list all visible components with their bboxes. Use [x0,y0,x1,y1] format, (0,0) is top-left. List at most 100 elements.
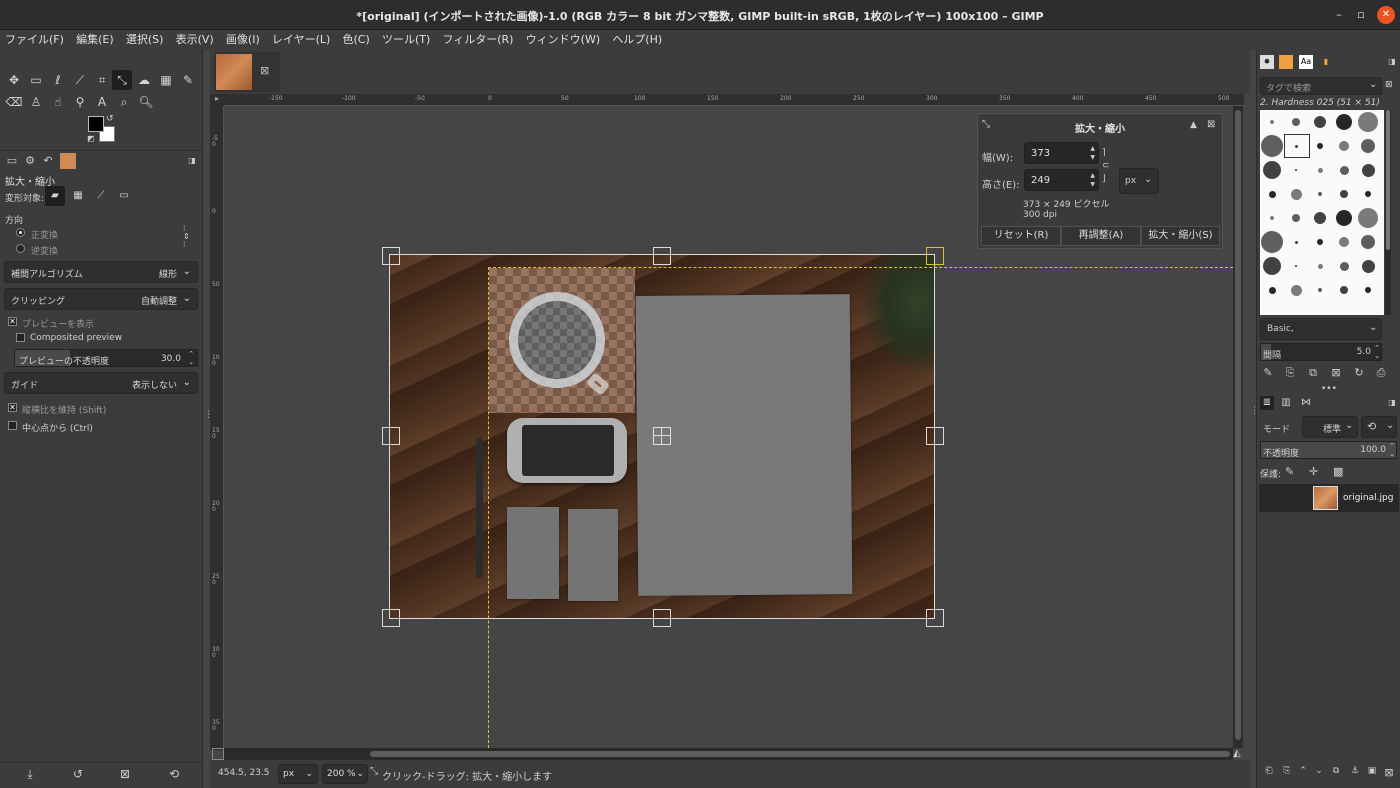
brush-swatch[interactable] [1317,167,1323,173]
restore-preset-icon[interactable]: ↺ [70,767,86,783]
layer-mask-icon[interactable]: ▣ [1364,766,1380,782]
foreground-color-swatch[interactable] [88,116,104,132]
keep-aspect-checkbox[interactable]: ✕ [8,403,17,412]
brush-swatch[interactable] [1314,212,1326,224]
warp-tool-icon[interactable]: ☁ [134,70,154,90]
transform-path-icon[interactable]: ⟋ [91,186,111,206]
height-input[interactable]: 249 ▲ ▼ [1024,169,1099,191]
scale-tool-icon[interactable]: ⤡ [112,70,132,90]
brush-swatch[interactable] [1336,210,1352,226]
maximize-button[interactable]: ▫ [1352,6,1370,24]
delete-preset-icon[interactable]: ⊠ [117,767,133,783]
brush-swatch[interactable] [1361,163,1375,177]
channels-tab-icon[interactable]: ▥ [1279,396,1293,410]
menu-file[interactable]: ファイル(F) [0,30,68,50]
fuzzy-select-tool-icon[interactable]: ⟋ [70,70,90,90]
zoom-tool-icon[interactable]: 🔍︎ [136,92,156,112]
new-layer-group-icon[interactable]: ⎗ [1261,766,1277,782]
brush-swatch[interactable] [1295,169,1297,171]
tool-options-tab-icon[interactable]: ▭ [4,153,20,169]
brush-swatch[interactable] [1317,239,1323,245]
brush-swatch[interactable] [1292,118,1300,126]
raise-layer-icon[interactable]: ⌃ [1295,766,1311,782]
scale-center-handle[interactable] [653,427,671,445]
from-center-checkbox[interactable] [8,421,17,430]
close-tab-icon[interactable]: ⊠ [260,64,269,77]
brush-swatch[interactable] [1261,231,1283,253]
brush-swatch[interactable] [1339,141,1349,151]
menu-tools[interactable]: ツール(T) [377,30,434,50]
brush-swatch[interactable] [1261,135,1283,157]
transform-selection-icon[interactable]: ▦ [68,186,88,206]
brush-swatch[interactable] [1365,191,1371,197]
brush-swatch[interactable] [1318,192,1322,196]
menu-select[interactable]: 選択(S) [121,30,168,50]
brush-tag-filter[interactable]: タグで検索 ⌄ [1260,77,1382,95]
brush-swatch[interactable] [1295,265,1297,267]
brushes-tab-icon[interactable]: ✸ [1260,55,1274,69]
color-picker-tool-icon[interactable]: ⌕ [114,92,134,112]
duplicate-brush-icon[interactable]: ⧉ [1305,366,1321,382]
brush-swatch[interactable] [1292,214,1300,222]
quick-mask-toggle-icon[interactable] [212,748,224,760]
brush-grid[interactable] [1260,110,1384,315]
composite-mode-combo[interactable]: ⟲ ⌄ [1361,416,1397,438]
delete-brush-icon[interactable]: ⊠ [1328,366,1344,382]
horizontal-scrollbar[interactable] [224,748,1233,760]
brush-swatch[interactable] [1270,216,1274,220]
menu-layer[interactable]: レイヤー(L) [267,30,334,50]
spin-arrows-icon[interactable]: ⌃ ⌄ [1374,344,1380,360]
device-status-tab-icon[interactable]: ⚙ [22,153,38,169]
brush-swatch[interactable] [1361,259,1375,273]
reset-button[interactable]: リセット(R) [981,226,1061,246]
image-tab[interactable]: ⊠ [214,52,280,92]
paths-tab-icon[interactable]: ⋈ [1299,396,1313,410]
brush-scroll-thumb[interactable] [1386,110,1390,250]
default-colors-icon[interactable]: ◩ [87,134,95,143]
text-tool-icon[interactable]: A [92,92,112,112]
dock-separator-icon[interactable]: ••• [1321,384,1337,394]
dock-menu-icon[interactable]: ◨ [1385,55,1399,69]
scale-handle-top-left[interactable] [382,247,400,265]
brush-swatch[interactable] [1317,143,1323,149]
horizontal-scroll-thumb[interactable] [370,751,1230,757]
layer-mode-combo[interactable]: 標準 ⌄ [1302,416,1358,438]
menu-windows[interactable]: ウィンドウ(W) [521,30,604,50]
eraser-tool-icon[interactable]: ⌫ [4,92,24,112]
undo-history-tab-icon[interactable]: ↶ [40,153,56,169]
brush-swatch[interactable] [1340,286,1348,294]
brush-swatch[interactable] [1294,144,1298,148]
preview-opacity-slider[interactable]: プレビューの不透明度 30.0 ⌃ ⌄ [14,349,198,367]
transform-image-icon[interactable]: ▭ [114,186,134,206]
refresh-brushes-icon[interactable]: ↻ [1351,366,1367,382]
layer-row[interactable]: original.jpg [1259,484,1399,512]
spin-arrows-icon[interactable]: ▲ ▼ [1090,144,1095,162]
direction-normal-radio[interactable] [16,228,25,237]
scale-handle-bottom-right[interactable] [926,609,944,627]
lower-layer-icon[interactable]: ⌄ [1311,766,1327,782]
swap-colors-icon[interactable]: ↺ [106,114,114,124]
clone-tool-icon[interactable]: ♙ [26,92,46,112]
brush-swatch[interactable] [1339,261,1349,271]
menu-filters[interactable]: フィルター(R) [437,30,517,50]
width-input[interactable]: 373 ▲ ▼ [1024,142,1099,164]
chain-link-icon[interactable]: ⌉ ⊂ ⌋ [1102,147,1110,186]
menu-edit[interactable]: 編集(E) [71,30,118,50]
brush-swatch[interactable] [1317,263,1323,269]
direction-reverse-radio[interactable] [16,244,25,253]
brush-preset-combo[interactable]: Basic, ⌄ [1260,318,1382,340]
spin-arrows-icon[interactable]: ⌃ ⌄ [188,350,194,366]
lock-pixels-icon[interactable]: ✎ [1285,465,1294,478]
zoom-menu[interactable]: 200 % ⌄ [322,764,368,784]
duplicate-layer-icon[interactable]: ⧉ [1328,766,1344,782]
scale-handle-top-right[interactable] [926,247,944,265]
scale-handle-top[interactable] [653,247,671,265]
smudge-tool-icon[interactable]: ☝ [48,92,68,112]
edit-brush-icon[interactable]: ✎ [1260,366,1276,382]
patterns-tab-icon[interactable] [1279,55,1293,69]
brush-swatch[interactable] [1365,287,1371,293]
layer-opacity-slider[interactable]: 不透明度 100.0 ⌃ ⌄ [1260,441,1397,459]
brush-swatch[interactable] [1268,190,1276,198]
composited-preview-checkbox[interactable] [16,333,25,342]
menu-help[interactable]: ヘルプ(H) [607,30,666,50]
